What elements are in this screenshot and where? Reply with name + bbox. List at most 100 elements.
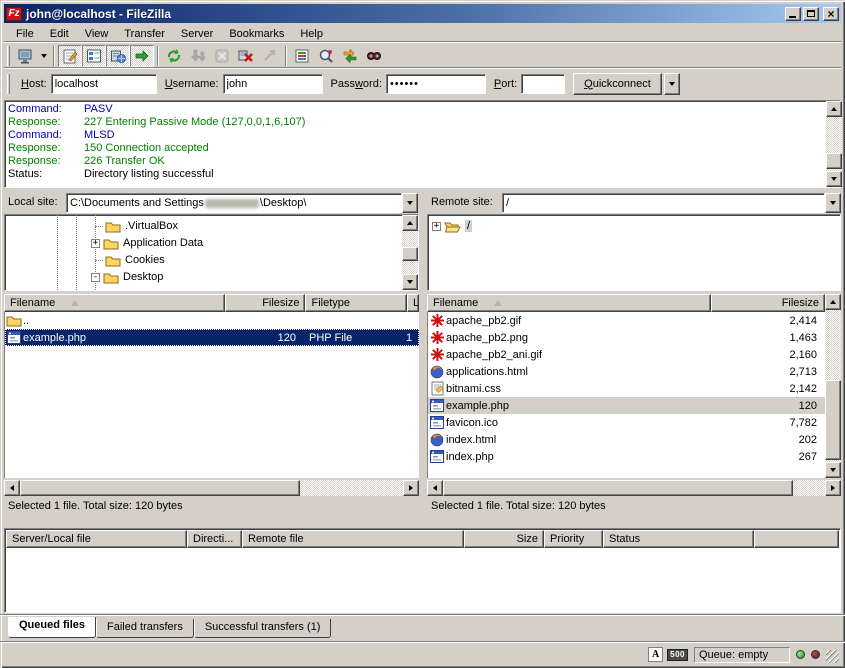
site-manager-button[interactable]: [13, 45, 37, 67]
remote-file-row[interactable]: applications.html 2,713: [428, 363, 825, 380]
maximize-button[interactable]: [803, 7, 819, 21]
tree-expander-plus[interactable]: +: [432, 222, 441, 231]
menu-bookmarks[interactable]: Bookmarks: [221, 27, 292, 41]
local-file-row-parent[interactable]: ..: [5, 312, 419, 329]
scroll-right-button[interactable]: [403, 480, 419, 496]
reconnect-button[interactable]: [258, 45, 282, 67]
column-header-priority[interactable]: Priority: [544, 530, 603, 548]
scrollbar-track[interactable]: [20, 480, 403, 496]
toggle-remote-tree-button[interactable]: [106, 45, 130, 67]
scroll-left-button[interactable]: [4, 480, 20, 496]
cancel-operation-button[interactable]: [210, 45, 234, 67]
column-header-filetype[interactable]: Filetype: [305, 294, 407, 312]
tree-item-virtualbox[interactable]: .VirtualBox: [95, 218, 178, 234]
remote-file-row[interactable]: apache_pb2.png 1,463: [428, 329, 825, 346]
local-file-row-selected[interactable]: example.php 120 PHP File 1: [5, 329, 419, 346]
resize-grip[interactable]: [826, 650, 839, 663]
scrollbar-thumb[interactable]: [20, 480, 300, 496]
scroll-up-button[interactable]: [826, 101, 842, 117]
scrollbar-thumb[interactable]: [402, 247, 418, 261]
username-input[interactable]: [223, 74, 323, 94]
column-header-filesize[interactable]: Filesize: [711, 294, 825, 312]
site-manager-dropdown-button[interactable]: [37, 45, 50, 67]
column-header-remote-file[interactable]: Remote file: [242, 530, 464, 548]
password-input[interactable]: [386, 74, 486, 94]
column-header-server-local-file[interactable]: Server/Local file: [6, 530, 187, 548]
scroll-down-button[interactable]: [402, 274, 418, 290]
log-scrollbar[interactable]: [826, 101, 842, 187]
local-tree-scrollbar[interactable]: [402, 215, 418, 290]
column-header-size[interactable]: Size: [464, 530, 544, 548]
local-list-hscrollbar[interactable]: [4, 480, 419, 496]
remote-list-scrollbar[interactable]: [825, 294, 841, 478]
remote-list-hscrollbar[interactable]: [427, 480, 841, 496]
menu-file[interactable]: File: [8, 27, 42, 41]
remote-file-row[interactable]: apache_pb2_ani.gif 2,160: [428, 346, 825, 363]
host-input[interactable]: [51, 74, 157, 94]
menu-help[interactable]: Help: [292, 27, 331, 41]
column-header-status[interactable]: Status: [603, 530, 754, 548]
tree-item-application-data[interactable]: + Application Data: [91, 235, 203, 251]
column-header-filesize[interactable]: Filesize: [225, 294, 306, 312]
column-header-direction[interactable]: Directi...: [187, 530, 242, 548]
tree-expander-minus[interactable]: -: [91, 273, 100, 282]
synchronized-browsing-button[interactable]: [338, 45, 362, 67]
remote-site-path[interactable]: /: [502, 193, 825, 213]
scrollbar-thumb[interactable]: [825, 380, 841, 460]
scrollbar-thumb[interactable]: [826, 153, 842, 169]
scroll-down-button[interactable]: [826, 171, 842, 187]
quickconnect-grip[interactable]: [7, 74, 10, 94]
tree-expander-plus[interactable]: +: [91, 239, 100, 248]
scrollbar-track[interactable]: [826, 117, 842, 171]
compare-directories-button[interactable]: [314, 45, 338, 67]
scrollbar-track[interactable]: [402, 231, 418, 274]
toggle-message-log-button[interactable]: [58, 45, 82, 67]
toolbar-grip[interactable]: [7, 46, 10, 66]
scroll-up-button[interactable]: [402, 215, 418, 231]
find-files-button[interactable]: [362, 45, 386, 67]
remote-file-row[interactable]: index.html 202: [428, 431, 825, 448]
process-queue-button[interactable]: [186, 45, 210, 67]
menu-transfer[interactable]: Transfer: [116, 27, 173, 41]
remote-site-dropdown-button[interactable]: [825, 193, 841, 213]
column-header-last-modified[interactable]: L: [407, 294, 419, 312]
tab-failed-transfers[interactable]: Failed transfers: [96, 619, 194, 638]
scroll-right-button[interactable]: [825, 480, 841, 496]
scroll-down-button[interactable]: [825, 462, 841, 478]
disconnect-button[interactable]: [234, 45, 258, 67]
speed-limits-icon[interactable]: 500: [667, 649, 688, 661]
minimize-button[interactable]: [785, 7, 801, 21]
toggle-transfer-queue-button[interactable]: [130, 45, 154, 67]
scrollbar-track[interactable]: [443, 480, 825, 496]
quickconnect-button[interactable]: Quickconnect: [573, 73, 662, 95]
menu-edit[interactable]: Edit: [42, 27, 77, 41]
remote-file-row[interactable]: index.php 267: [428, 448, 825, 465]
scrollbar-thumb[interactable]: [443, 480, 793, 496]
scrollbar-track[interactable]: [825, 310, 841, 462]
remote-file-row[interactable]: favicon.ico 7,782: [428, 414, 825, 431]
remote-file-row-selected[interactable]: example.php 120: [428, 397, 825, 414]
port-input[interactable]: [521, 74, 565, 94]
directory-listing-filters-button[interactable]: [290, 45, 314, 67]
tree-item-cookies[interactable]: Cookies: [95, 252, 165, 268]
remote-site-combo[interactable]: /: [502, 193, 841, 213]
tab-queued-files[interactable]: Queued files: [8, 617, 96, 638]
close-button[interactable]: ×: [823, 7, 839, 21]
tab-successful-transfers[interactable]: Successful transfers (1): [194, 619, 332, 638]
local-site-dropdown-button[interactable]: [402, 193, 418, 213]
menu-view[interactable]: View: [77, 27, 117, 41]
toggle-local-tree-button[interactable]: [82, 45, 106, 67]
local-site-combo[interactable]: C:\Documents and Settings \Desktop\: [66, 193, 418, 213]
quickconnect-dropdown-button[interactable]: [664, 73, 680, 95]
menu-server[interactable]: Server: [173, 27, 221, 41]
column-header-filename[interactable]: Filename: [427, 294, 711, 312]
remote-file-row[interactable]: bitnami.css 2,142: [428, 380, 825, 397]
tree-item-desktop[interactable]: - Desktop: [91, 269, 163, 285]
tree-item-root[interactable]: + /: [432, 218, 472, 234]
remote-file-row[interactable]: apache_pb2.gif 2,414: [428, 312, 825, 329]
scroll-up-button[interactable]: [825, 294, 841, 310]
scroll-left-button[interactable]: [427, 480, 443, 496]
local-site-path[interactable]: C:\Documents and Settings \Desktop\: [66, 193, 402, 213]
column-header-filename[interactable]: Filename: [4, 294, 225, 312]
refresh-button[interactable]: [162, 45, 186, 67]
